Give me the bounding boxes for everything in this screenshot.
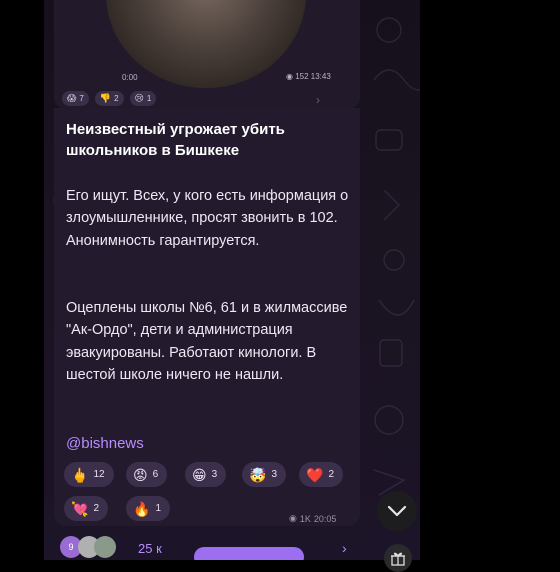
reaction-pill[interactable]: 🔥 1: [126, 496, 170, 521]
reaction-count: 1: [155, 503, 161, 514]
post-views: 1K: [299, 513, 311, 524]
reaction-pill[interactable]: 😡 6: [126, 462, 168, 487]
reaction-count: 3: [211, 469, 218, 480]
telegram-channel-view: 0:00 ◉ 152 13:43 😱 7 👎 2 😢 1 › Неизвестный …: [44, 0, 420, 560]
post-time: 20:05: [313, 513, 337, 524]
chevron-right-icon[interactable]: ›: [316, 93, 320, 107]
video-message-card[interactable]: 0:00 ◉ 152 13:43 😱 7 👎 2 😢 1 ›: [54, 0, 360, 108]
crying-emoji-icon: 😢: [134, 93, 144, 103]
angry-face-icon: 😡: [133, 466, 148, 483]
reaction-pill[interactable]: ❤️ 2: [299, 462, 343, 487]
comments-bar[interactable]: 9 25 к ›: [54, 530, 360, 560]
reaction-pill[interactable]: 😢 1: [129, 91, 157, 106]
reaction-pill[interactable]: 😁 3: [185, 462, 227, 487]
video-views-time: ◉ 152 13:43: [286, 72, 331, 81]
fire-icon: 🔥: [133, 500, 151, 517]
avatar: [94, 536, 116, 558]
chevron-right-icon[interactable]: ›: [342, 540, 347, 556]
reaction-pill[interactable]: 🖕 12: [64, 462, 114, 487]
eye-icon: ◉: [286, 72, 296, 81]
reaction-count: 2: [114, 94, 119, 103]
eye-icon: ◉: [289, 513, 297, 523]
post-paragraph-2: Оцеплены школы №6, 61 и в жилмассиве "Ак…: [66, 300, 348, 383]
reaction-count: 2: [93, 503, 99, 514]
comment-action-pill[interactable]: [194, 547, 304, 560]
post-paragraph-1: Его ищут. Всех, у кого есть информация о…: [66, 188, 349, 249]
reaction-count: 6: [152, 469, 159, 480]
chevron-down-icon: [387, 505, 407, 517]
reaction-count: 2: [328, 469, 334, 480]
channel-handle-link[interactable]: @bishnews: [66, 435, 144, 452]
video-duration: 0:00: [122, 73, 138, 82]
thumbs-down-icon: 👎: [99, 93, 112, 103]
comments-count: 25 к: [138, 541, 162, 556]
reaction-count: 3: [271, 469, 277, 480]
scroll-down-button[interactable]: [377, 491, 417, 531]
grin-face-icon: 😁: [192, 466, 207, 483]
reaction-pill[interactable]: 🤯 3: [242, 462, 286, 487]
video-reactions: 😱 7 👎 2 😢 1: [62, 91, 157, 106]
post-meta: ◉ 1K 20:05: [289, 513, 336, 524]
reaction-count: 7: [79, 94, 84, 103]
scream-emoji-icon: 😱: [67, 93, 77, 103]
gift-icon: [391, 552, 405, 566]
middle-finger-icon: 🖕: [71, 466, 89, 483]
heart-arrow-icon: 💘: [71, 500, 89, 517]
post-headline: Неизвестный угрожает убить школьников в …: [66, 121, 285, 159]
news-post-bubble: Неизвестный угрожает убить школьников в …: [54, 108, 360, 526]
reaction-pill[interactable]: 💘 2: [64, 496, 108, 521]
gift-button[interactable]: [384, 544, 412, 572]
reaction-pill[interactable]: 😱 7: [62, 91, 89, 106]
exploding-head-icon: 🤯: [249, 466, 267, 483]
heart-icon: ❤️: [306, 466, 324, 483]
video-views-time-label: 152 13:43: [295, 72, 331, 81]
reaction-count: 12: [93, 469, 105, 480]
reaction-count: 1: [146, 94, 152, 103]
reaction-pill[interactable]: 👎 2: [94, 91, 124, 106]
commenter-avatars: 9: [56, 536, 116, 560]
